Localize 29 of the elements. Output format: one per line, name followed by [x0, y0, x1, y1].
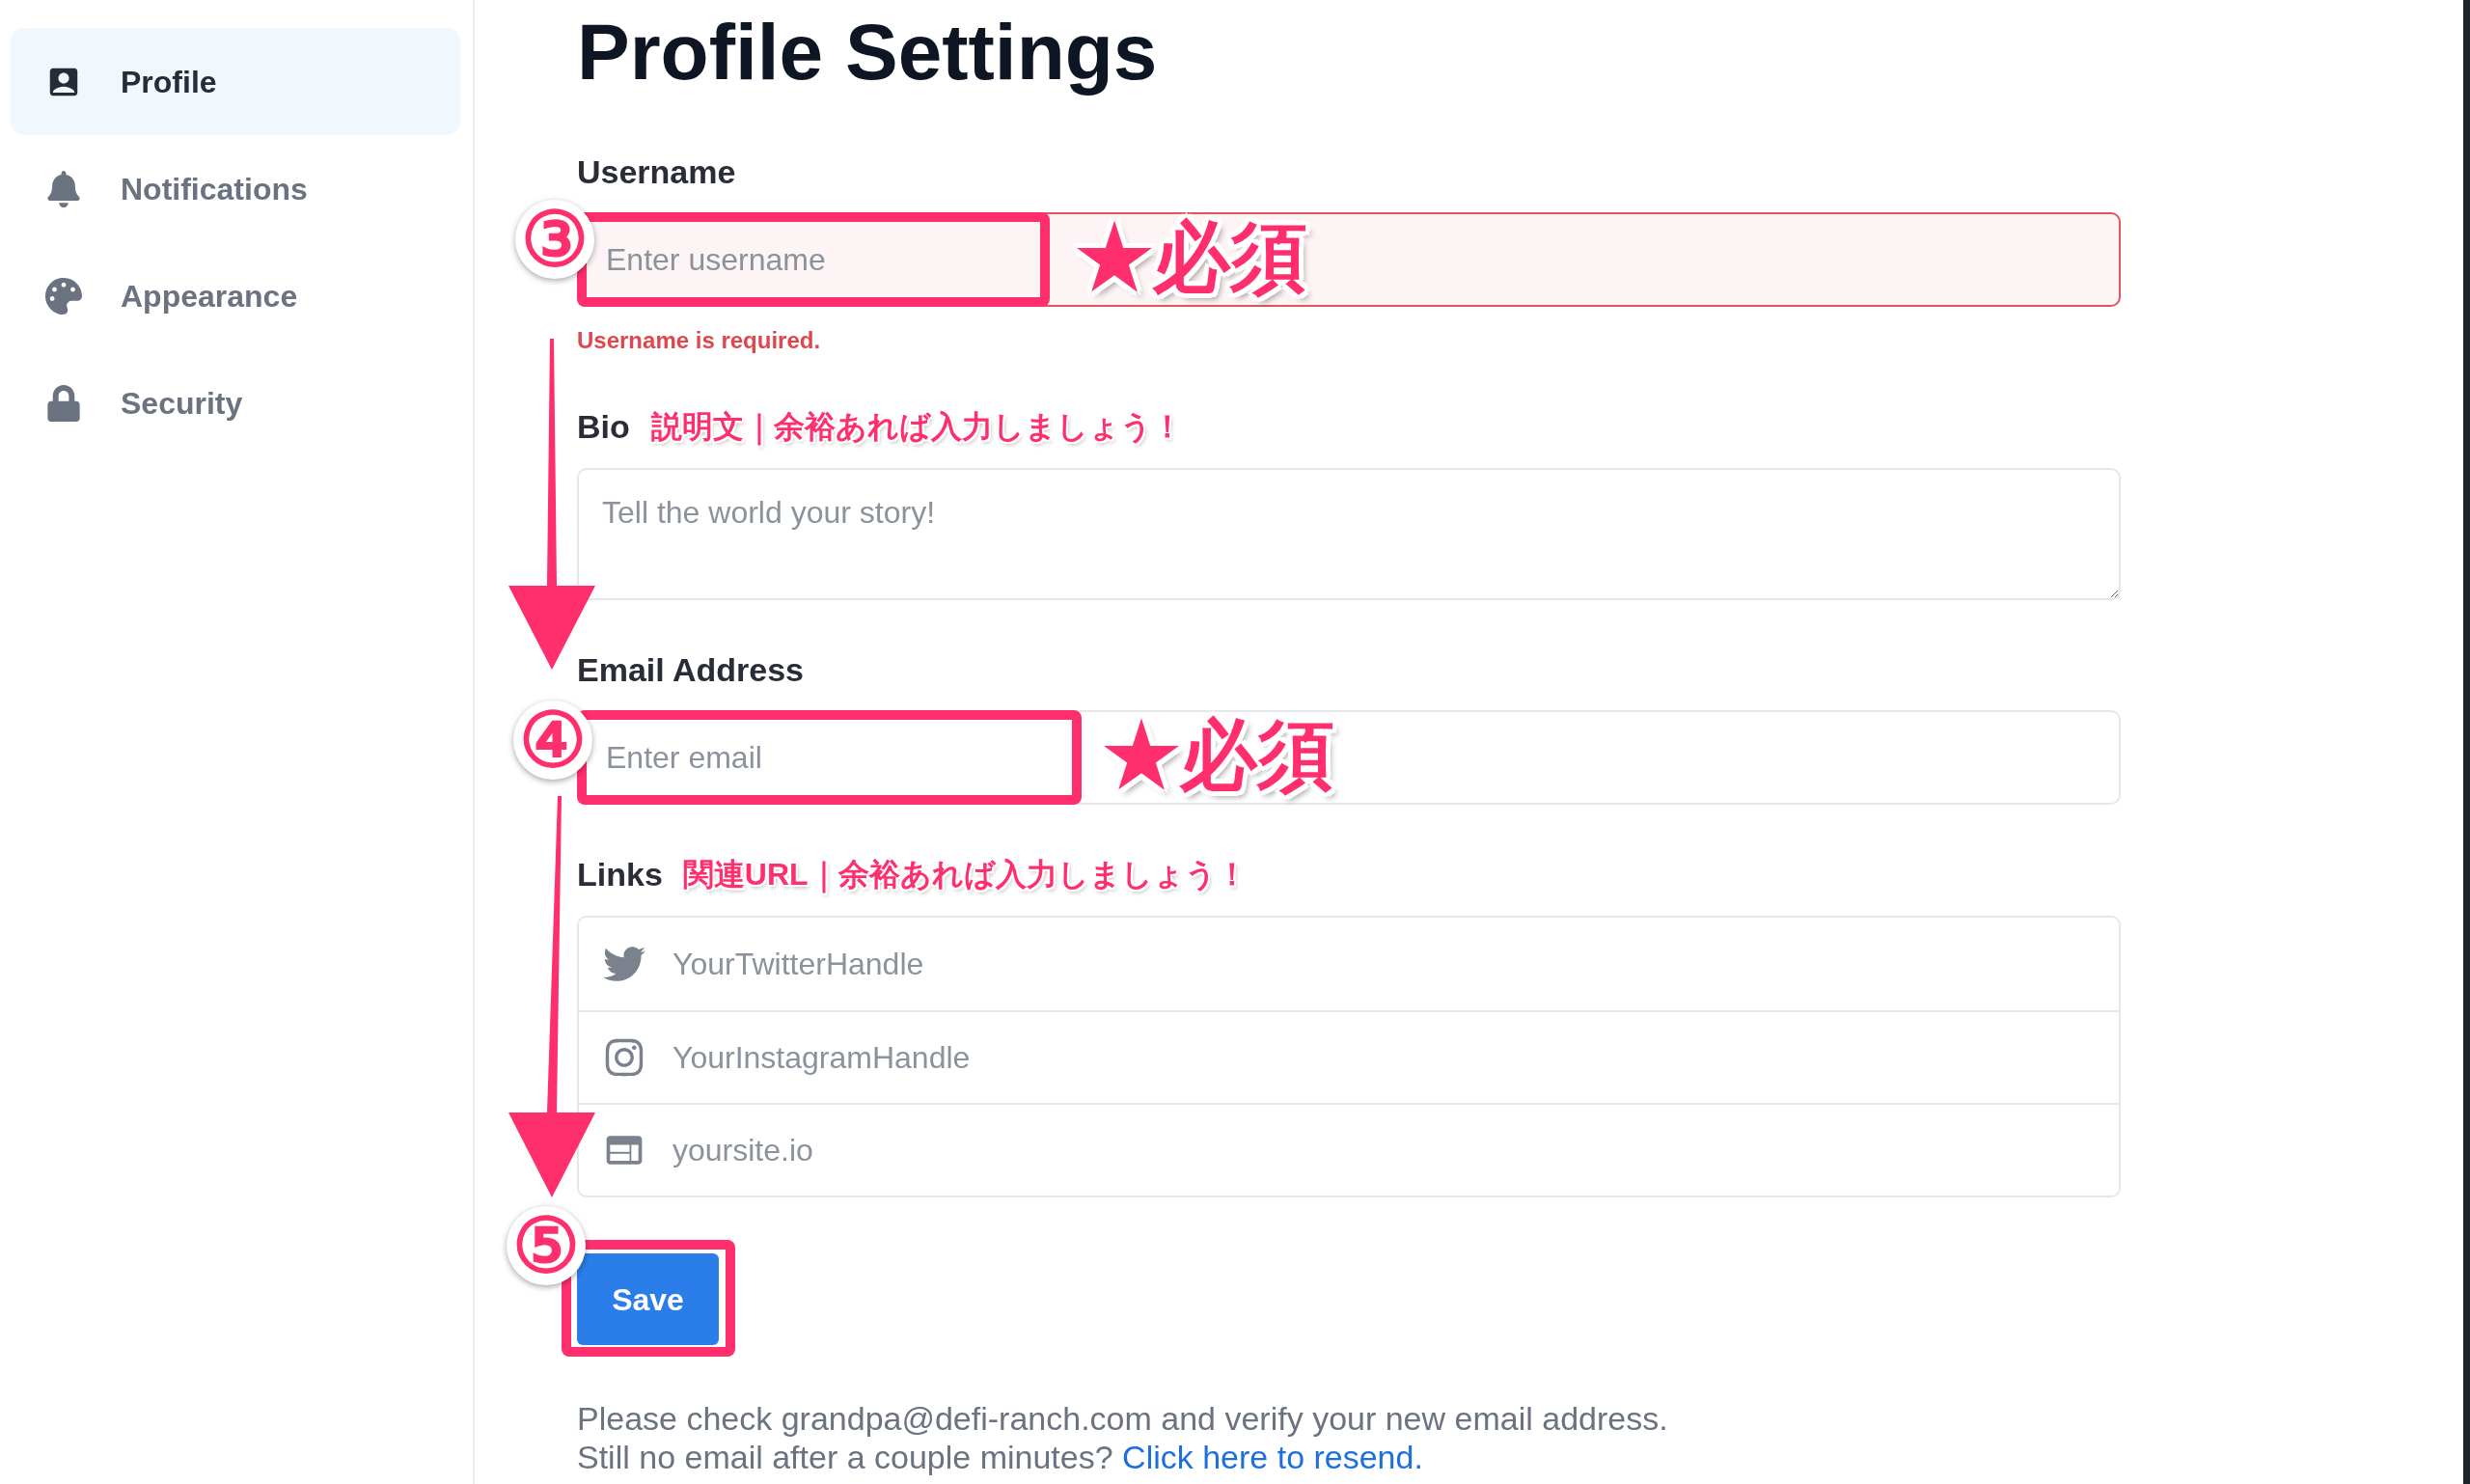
lock-icon: [45, 384, 82, 422]
sidebar-item[interactable]: Notifications: [11, 135, 460, 242]
step-number: ④: [513, 701, 592, 780]
sidebar-item[interactable]: Appearance: [11, 242, 460, 349]
bio-textarea[interactable]: Tell the world your story!: [577, 468, 2121, 600]
annotation-note: 説明文｜余裕あれば入力しましょう！: [650, 408, 1183, 446]
error-message: Username is required.: [577, 326, 822, 355]
sidebar-item[interactable]: Security: [11, 349, 460, 456]
field-label: Links: [577, 855, 663, 893]
palette-icon: [45, 277, 82, 315]
annotation-note: 関連URL｜余裕あれば入力しましょう！: [682, 856, 1248, 893]
page-title: Profile Settings: [577, 9, 1159, 96]
field-label: Bio: [577, 407, 630, 446]
sidebar-item[interactable]: Profile: [11, 28, 460, 135]
step-number: ⑤: [507, 1206, 586, 1285]
required-note: ★必須: [1076, 218, 1307, 297]
instagram-handle-input[interactable]: YourInstagramHandle: [672, 1029, 2119, 1086]
resend-link[interactable]: Click here to resend.: [1122, 1439, 1423, 1475]
field-label: Username: [577, 152, 737, 191]
website-input[interactable]: yoursite.io: [672, 1121, 2119, 1179]
camera-icon: [603, 1036, 645, 1079]
save-button[interactable]: Save: [577, 1253, 719, 1345]
verification-message: Please check grandpa@defi-ranch.com and verify your new email address.: [577, 1399, 1669, 1438]
twitter-handle-input[interactable]: YourTwitterHandle: [672, 935, 2119, 993]
bell-icon: [45, 170, 82, 207]
resend-prompt: Still no email after a couple minutes? Click here to resend.: [577, 1438, 1424, 1476]
required-note: ★必須: [1103, 716, 1334, 795]
field-label: Email Address: [577, 650, 805, 689]
step-number: ③: [515, 200, 594, 279]
